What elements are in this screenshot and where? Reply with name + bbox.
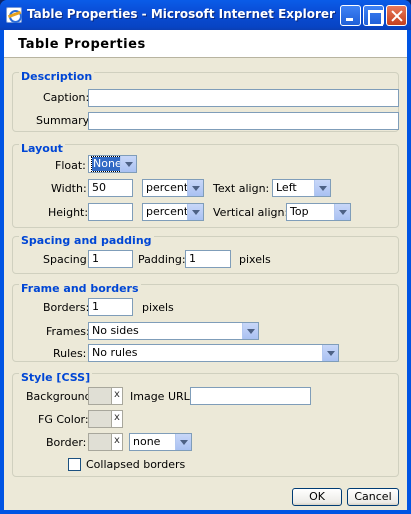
text-align-select[interactable]: Left <box>272 179 331 197</box>
float-select[interactable]: None <box>88 155 137 173</box>
text-align-value: Left <box>276 181 297 194</box>
window-title: Table Properties - Microsoft Internet Ex… <box>27 7 335 21</box>
style-legend: Style [CSS] <box>19 371 93 384</box>
border-clear-icon[interactable]: x <box>112 433 123 451</box>
minimize-button[interactable] <box>340 5 361 26</box>
layout-legend: Layout <box>19 142 65 155</box>
dialog-body: Table Properties Description Caption: Su… <box>4 30 407 510</box>
border-label: Border: <box>46 436 87 449</box>
vertical-align-select[interactable]: Top <box>286 203 351 221</box>
spacing-section: Spacing and padding Spacing: 1 Padding: … <box>12 234 399 274</box>
vertical-align-value: Top <box>290 205 309 218</box>
background-label: Background: <box>26 390 96 403</box>
dialog-window: Table Properties - Microsoft Internet Ex… <box>0 0 411 514</box>
padding-label: Padding: <box>138 253 186 266</box>
chevron-down-icon[interactable] <box>175 434 191 450</box>
fg-color-clear-icon[interactable]: x <box>112 410 123 428</box>
borders-label: Borders: <box>43 301 90 314</box>
chevron-down-icon[interactable] <box>120 156 136 172</box>
rules-select[interactable]: No rules <box>88 344 339 362</box>
chevron-down-icon[interactable] <box>322 345 338 361</box>
rules-value: No rules <box>92 346 138 359</box>
page-title: Table Properties <box>18 37 146 52</box>
height-input[interactable] <box>88 203 133 221</box>
spacing-legend: Spacing and padding <box>19 234 154 247</box>
frame-section: Frame and borders Borders: 1 pixels Fram… <box>12 282 399 362</box>
frame-legend: Frame and borders <box>19 282 141 295</box>
vertical-align-label: Vertical align: <box>213 206 289 219</box>
spacing-label: Spacing: <box>43 253 91 266</box>
fg-color-swatch[interactable] <box>88 410 112 428</box>
collapsed-borders-label[interactable]: Collapsed borders <box>86 458 185 471</box>
background-clear-icon[interactable]: x <box>112 387 123 405</box>
description-section: Description Caption: Summary: <box>12 70 399 132</box>
spacing-unit-label: pixels <box>239 253 271 266</box>
spacing-input[interactable]: 1 <box>88 250 133 268</box>
style-section: Style [CSS] Background: x Image URL: FG … <box>12 371 399 477</box>
chevron-down-icon[interactable] <box>187 204 203 220</box>
frames-value: No sides <box>92 324 139 337</box>
dialog-header: Table Properties <box>4 30 407 58</box>
height-unit-select[interactable]: percent <box>142 203 204 221</box>
height-label: Height: <box>48 206 89 219</box>
border-style-select[interactable]: none <box>129 433 192 451</box>
background-color-swatch[interactable] <box>88 387 112 405</box>
text-align-label: Text align: <box>213 182 270 195</box>
chevron-down-icon[interactable] <box>187 180 203 196</box>
fg-color-label: FG Color: <box>38 413 89 426</box>
padding-input[interactable]: 1 <box>185 250 231 268</box>
summary-label: Summary: <box>36 114 93 127</box>
borders-unit-label: pixels <box>142 301 174 314</box>
float-value: None <box>91 156 124 172</box>
height-unit-value: percent <box>146 205 189 218</box>
layout-section: Layout Float: None Width: 50 percent Tex… <box>12 142 399 228</box>
cancel-button[interactable]: Cancel <box>347 488 399 506</box>
caption-label: Caption: <box>43 91 90 104</box>
border-color-swatch[interactable] <box>88 433 112 451</box>
maximize-button[interactable] <box>363 5 384 26</box>
width-input[interactable]: 50 <box>88 179 133 197</box>
width-label: Width: <box>51 182 87 195</box>
frames-select[interactable]: No sides <box>88 322 259 340</box>
border-style-value: none <box>133 435 161 448</box>
frames-label: Frames: <box>46 325 90 338</box>
description-legend: Description <box>19 70 95 83</box>
chevron-down-icon[interactable] <box>242 323 258 339</box>
collapsed-borders-checkbox[interactable] <box>68 458 81 471</box>
chevron-down-icon[interactable] <box>334 204 350 220</box>
internet-explorer-icon <box>6 7 22 23</box>
width-unit-select[interactable]: percent <box>142 179 204 197</box>
width-unit-value: percent <box>146 181 189 194</box>
float-label: Float: <box>55 159 86 172</box>
ok-button[interactable]: OK <box>292 488 342 506</box>
image-url-input[interactable] <box>190 387 311 405</box>
title-bar[interactable]: Table Properties - Microsoft Internet Ex… <box>0 0 411 30</box>
rules-label: Rules: <box>53 347 87 360</box>
close-button[interactable] <box>386 5 407 26</box>
caption-input[interactable] <box>88 89 399 107</box>
summary-input[interactable] <box>88 112 399 130</box>
chevron-down-icon[interactable] <box>314 180 330 196</box>
image-url-label: Image URL: <box>130 390 194 403</box>
borders-input[interactable]: 1 <box>88 298 133 316</box>
